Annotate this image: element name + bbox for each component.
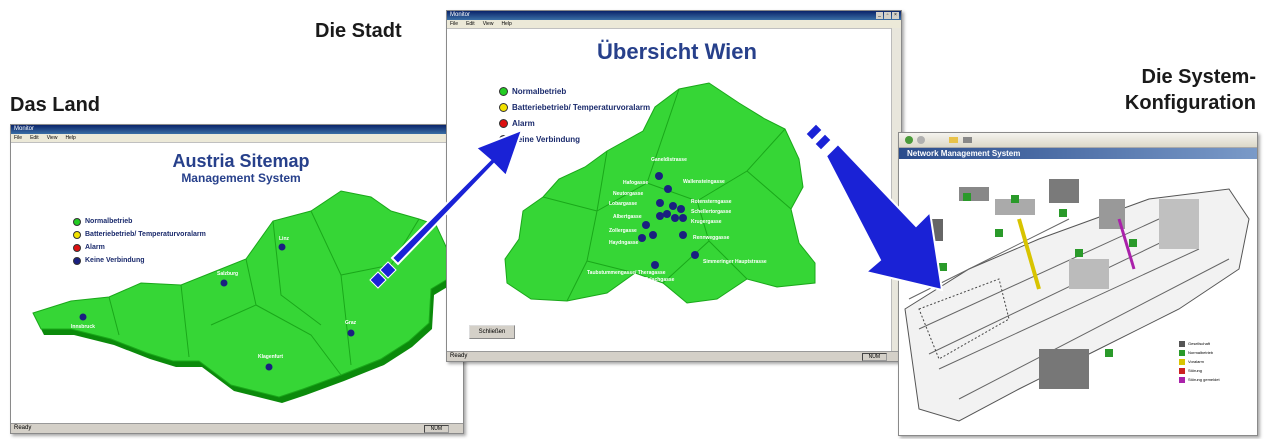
- legend-item: Keine Verbindung: [499, 131, 650, 147]
- legend-item: Normalbetrieb: [1179, 348, 1220, 357]
- status-square-icon: [1179, 349, 1185, 356]
- print-icon[interactable]: [963, 137, 972, 143]
- city-dot-klagenfurt: [265, 363, 273, 371]
- legend-item: Störung: [1179, 366, 1220, 375]
- street-label: Erlachgasse: [645, 277, 675, 283]
- street-label: Rennweggasse: [693, 235, 730, 241]
- legend-item: Batteriebetrieb/ Temperaturvoralarm: [499, 99, 650, 115]
- num-indicator: NUM: [861, 353, 887, 361]
- status-square-icon: [1179, 340, 1185, 347]
- legend-item: Batteriebetrieb/ Temperaturvoralarm: [73, 228, 206, 241]
- legend-item: Alarm: [499, 115, 650, 131]
- street-label: Haydngasse: [609, 240, 639, 246]
- caption-land: Das Land: [10, 94, 101, 116]
- folder-icon[interactable]: [949, 137, 958, 143]
- street-label: Ganeldistrasse: [651, 157, 687, 163]
- status-dot-icon: [499, 118, 508, 128]
- back-icon[interactable]: [905, 136, 913, 144]
- site-plan: [904, 179, 1250, 422]
- street-label: Wallensteingasse: [683, 179, 725, 185]
- austria-monitor-window: Monitor _ File Edit View Help Linz Salzb…: [10, 124, 464, 434]
- caption-system-line2: Konfiguration: [1124, 92, 1256, 114]
- legend-item: Gesellschaft: [1179, 339, 1220, 348]
- caption-stadt: Die Stadt: [315, 20, 402, 42]
- street-label: Hafogasse: [623, 180, 649, 186]
- vienna-monitor-window: Monitor _ ▫ × File Edit View Help Ganeld…: [446, 10, 902, 362]
- city-dot-salzburg: [220, 279, 228, 287]
- city-label-salzburg: Salzburg: [217, 271, 238, 277]
- vienna-legend: Normalbetrieb Batteriebetrieb/ Temperatu…: [499, 83, 650, 147]
- forward-icon[interactable]: [917, 136, 925, 144]
- street-label: Rotensterngasse: [691, 199, 732, 205]
- legend-item: Voralarm: [1179, 357, 1220, 366]
- status-text: Ready: [450, 353, 468, 359]
- city-dot-innsbruck: [79, 313, 87, 321]
- nms-header: Network Management System: [899, 148, 1257, 159]
- toolbar: [899, 133, 1257, 148]
- status-dot-icon: [499, 86, 508, 96]
- legend-item: Alarm: [73, 241, 206, 254]
- street-label: Krugergasse: [691, 219, 722, 225]
- status-square-icon: [1179, 358, 1185, 365]
- status-square-icon: [1179, 367, 1185, 374]
- street-label: Albertgasse: [613, 214, 642, 220]
- street-label: Schellertorgasse: [691, 209, 732, 215]
- legend-item: Störung gemeldet: [1179, 375, 1220, 384]
- city-label-innsbruck: Innsbruck: [71, 324, 95, 330]
- vienna-heading: Übersicht Wien: [597, 39, 757, 64]
- city-label-graz: Graz: [345, 320, 357, 326]
- statusbar: Ready NUM: [447, 351, 901, 361]
- status-dot-icon: [73, 230, 81, 239]
- street-label: Zollergasse: [609, 228, 637, 234]
- nms-legend: Gesellschaft Normalbetrieb Voralarm Stör…: [1179, 339, 1220, 384]
- austria-legend: Normalbetrieb Batteriebetrieb/ Temperatu…: [73, 215, 206, 267]
- legend-item: Normalbetrieb: [499, 83, 650, 99]
- status-dot-icon: [499, 134, 508, 144]
- street-label: Neutorgasse: [613, 191, 644, 197]
- city-dot-graz: [347, 329, 355, 337]
- close-button[interactable]: Schließen: [469, 325, 515, 339]
- status-dot-icon: [73, 217, 81, 226]
- statusbar: Ready NUM: [11, 423, 463, 433]
- status-text: Ready: [14, 425, 32, 431]
- status-dot-icon: [73, 243, 81, 252]
- legend-item: Keine Verbindung: [73, 254, 206, 267]
- network-management-window: Network Management System Gesellschaft N…: [898, 132, 1258, 436]
- legend-item: Normalbetrieb: [73, 215, 206, 228]
- status-dot-icon: [499, 102, 508, 112]
- status-dot-icon: [73, 256, 81, 265]
- city-label-klagenfurt: Klagenfurt: [258, 354, 283, 360]
- street-label: Lobargasse: [609, 201, 637, 207]
- status-square-icon: [1179, 376, 1185, 383]
- city-label-linz: Linz: [279, 236, 289, 242]
- num-indicator: NUM: [423, 425, 449, 433]
- austria-heading: Austria Sitemap: [172, 151, 310, 171]
- street-label: Taubstummengasse/ Theragasse: [587, 270, 666, 276]
- caption-system-line1: Die System-: [1141, 66, 1257, 88]
- austria-subheading: Management System: [181, 171, 301, 185]
- street-label: Simmeringer Hauptstrasse: [703, 259, 767, 265]
- city-dot-linz: [278, 243, 286, 251]
